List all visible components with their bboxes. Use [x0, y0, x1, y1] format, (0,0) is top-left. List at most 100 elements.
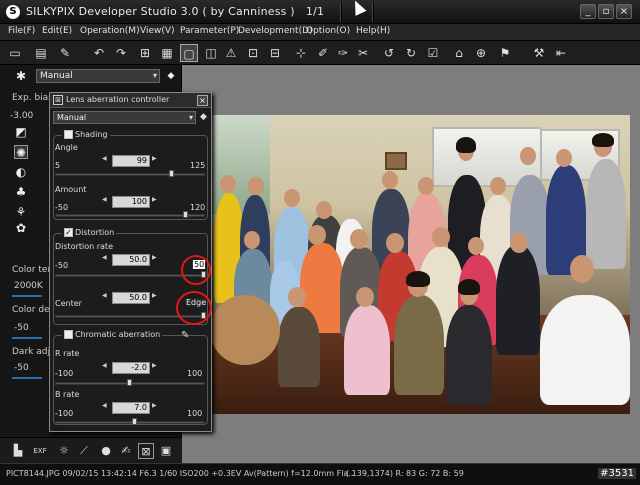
compare-icon[interactable]: ◫ — [202, 44, 220, 62]
shading-checkbox[interactable]: Shading — [62, 130, 110, 139]
minimize-button[interactable]: _ — [580, 4, 596, 19]
r-rate-value[interactable]: -2.0 — [112, 362, 150, 374]
angle-spin-down[interactable]: ◀ — [102, 156, 109, 168]
fit-icon[interactable]: ⊟ — [266, 44, 284, 62]
center-spin-down[interactable]: ◀ — [102, 293, 109, 305]
paste-icon[interactable]: ⊕ — [472, 44, 490, 62]
b-rate-slider-thumb[interactable] — [132, 418, 138, 425]
open-folder-icon[interactable]: ▭ — [6, 44, 24, 62]
r-rate-min: -100 — [55, 369, 74, 378]
distortion-rate-value[interactable]: 50.0 — [112, 254, 150, 266]
wb-icon[interactable]: ♣ — [14, 185, 28, 199]
title-bar: S SILKYPIX Developer Studio 3.0 ( by Can… — [0, 0, 640, 24]
hammer-icon[interactable]: ⚒ — [530, 44, 548, 62]
b-rate-value[interactable]: 7.0 — [112, 402, 150, 414]
file-info: PICT8144.JPG 09/02/15 13:42:14 F6.3 1/60… — [6, 469, 356, 478]
image-viewer[interactable] — [182, 65, 640, 463]
angle-max: 125 — [190, 161, 206, 170]
dialog-title: Lens aberration controller — [66, 95, 170, 104]
redo-icon[interactable]: ↷ — [112, 44, 130, 62]
lens-aberration-icon: ⊠ — [53, 95, 63, 105]
dialog-close-button[interactable]: × — [197, 95, 208, 106]
wb-dropper-icon[interactable]: ✑ — [334, 44, 352, 62]
flag-icon[interactable]: ⚑ — [496, 44, 514, 62]
gear-icon[interactable]: ✱ — [14, 69, 28, 83]
dark-adj-slider[interactable] — [12, 377, 42, 379]
rotate-left-icon[interactable]: ↺ — [380, 44, 398, 62]
pin-icon[interactable]: ◆ — [164, 69, 178, 83]
histogram-icon[interactable]: ▙ — [10, 443, 26, 459]
lens-aberration-icon[interactable]: ⊠ — [138, 443, 154, 459]
close-button[interactable]: × — [616, 4, 632, 19]
distortion-rate-label: Distortion rate — [55, 242, 113, 251]
menu-edit[interactable]: Edit(E) — [42, 26, 72, 36]
distortion-rate-spin-up[interactable]: ▶ — [152, 255, 159, 267]
image-icon[interactable]: ▣ — [158, 443, 174, 459]
color-def-slider[interactable] — [12, 337, 42, 339]
menu-development[interactable]: Development(D) — [238, 26, 313, 36]
curve-icon[interactable]: ⟋ — [76, 443, 92, 459]
image-badge: #3531 — [598, 468, 636, 479]
export-icon[interactable]: ⇤ — [552, 44, 570, 62]
r-rate-spin-down[interactable]: ◀ — [102, 363, 109, 375]
angle-slider-thumb[interactable] — [168, 170, 174, 177]
dropper-icon[interactable]: ✐ — [314, 44, 332, 62]
r-rate-max: 100 — [187, 369, 203, 378]
eyedropper-icon[interactable]: ✎ — [181, 330, 189, 341]
amount-value[interactable]: 100 — [112, 196, 150, 208]
amount-slider-thumb[interactable] — [183, 211, 189, 218]
b-rate-max: 100 — [187, 409, 203, 418]
scissors-icon[interactable]: ✂ — [354, 44, 372, 62]
stamp-icon[interactable]: ⌂ — [450, 44, 468, 62]
color-icon[interactable]: ◐ — [14, 165, 28, 179]
distortion-rate-spin-down[interactable]: ◀ — [102, 255, 109, 267]
rotate-right-icon[interactable]: ↻ — [402, 44, 420, 62]
sphere-icon[interactable]: ● — [98, 443, 114, 459]
color-temp-slider[interactable] — [12, 295, 42, 297]
menu-operation[interactable]: Operation(M) — [80, 26, 140, 36]
warning-icon[interactable]: ⚠ — [222, 44, 240, 62]
effects-icon[interactable]: ✿ — [14, 221, 28, 235]
distortion-checkbox[interactable]: ✓ Distortion — [62, 228, 117, 237]
mode-select[interactable]: Manual ▾ — [36, 69, 160, 83]
highlight-icon[interactable]: ☼ — [56, 443, 72, 459]
angle-slider-track[interactable] — [55, 173, 205, 176]
center-spin-up[interactable]: ▶ — [152, 293, 159, 305]
check-icon[interactable]: ☑ — [424, 44, 442, 62]
crop-icon[interactable]: ⊹ — [292, 44, 310, 62]
menu-file[interactable]: File(F) — [8, 26, 35, 36]
rotate-tool-icon[interactable]: ⊡ — [244, 44, 262, 62]
develop-icon[interactable]: ✎ — [56, 44, 74, 62]
angle-spin-up[interactable]: ▶ — [152, 156, 159, 168]
tone-icon[interactable]: ◩ — [14, 125, 28, 139]
maximize-button[interactable]: ▫ — [598, 4, 614, 19]
menu-view[interactable]: View(V) — [140, 26, 175, 36]
chromatic-checkbox[interactable]: Chromatic aberration — [62, 330, 163, 339]
undo-icon[interactable]: ↶ — [90, 44, 108, 62]
menu-help[interactable]: Help(H) — [356, 26, 390, 36]
pixel-info: ( 139,1374) R: 83 G: 72 B: 59 — [346, 469, 464, 478]
exif-icon[interactable]: EXF — [32, 443, 48, 459]
pen-icon[interactable]: ✍ — [118, 443, 134, 459]
save-icon[interactable]: ▤ — [32, 44, 50, 62]
sharpness-icon[interactable]: ✺ — [14, 145, 28, 160]
color-def-label: Color def — [12, 305, 53, 315]
lens-icon[interactable]: ⚘ — [14, 205, 28, 219]
view-single-icon[interactable]: ▢ — [180, 44, 198, 62]
view-thumbs-icon[interactable]: ⊞ — [136, 44, 154, 62]
b-rate-slider-track[interactable] — [55, 421, 205, 424]
menu-option[interactable]: Option(O) — [306, 26, 350, 36]
pin-icon[interactable]: ◆ — [200, 112, 207, 122]
angle-value[interactable]: 99 — [112, 155, 150, 167]
center-value[interactable]: 50.0 — [112, 292, 150, 304]
b-rate-spin-down[interactable]: ◀ — [102, 403, 109, 415]
view-list-icon[interactable]: ▦ — [158, 44, 176, 62]
amount-spin-up[interactable]: ▶ — [152, 197, 159, 209]
preset-select[interactable]: Manual ▾ — [53, 111, 196, 124]
r-rate-spin-up[interactable]: ▶ — [152, 363, 159, 375]
b-rate-spin-up[interactable]: ▶ — [152, 403, 159, 415]
amount-spin-down[interactable]: ◀ — [102, 197, 109, 209]
menu-parameter[interactable]: Parameter(P) — [180, 26, 239, 36]
r-rate-slider-thumb[interactable] — [126, 379, 132, 386]
amount-max: 120 — [190, 203, 206, 212]
